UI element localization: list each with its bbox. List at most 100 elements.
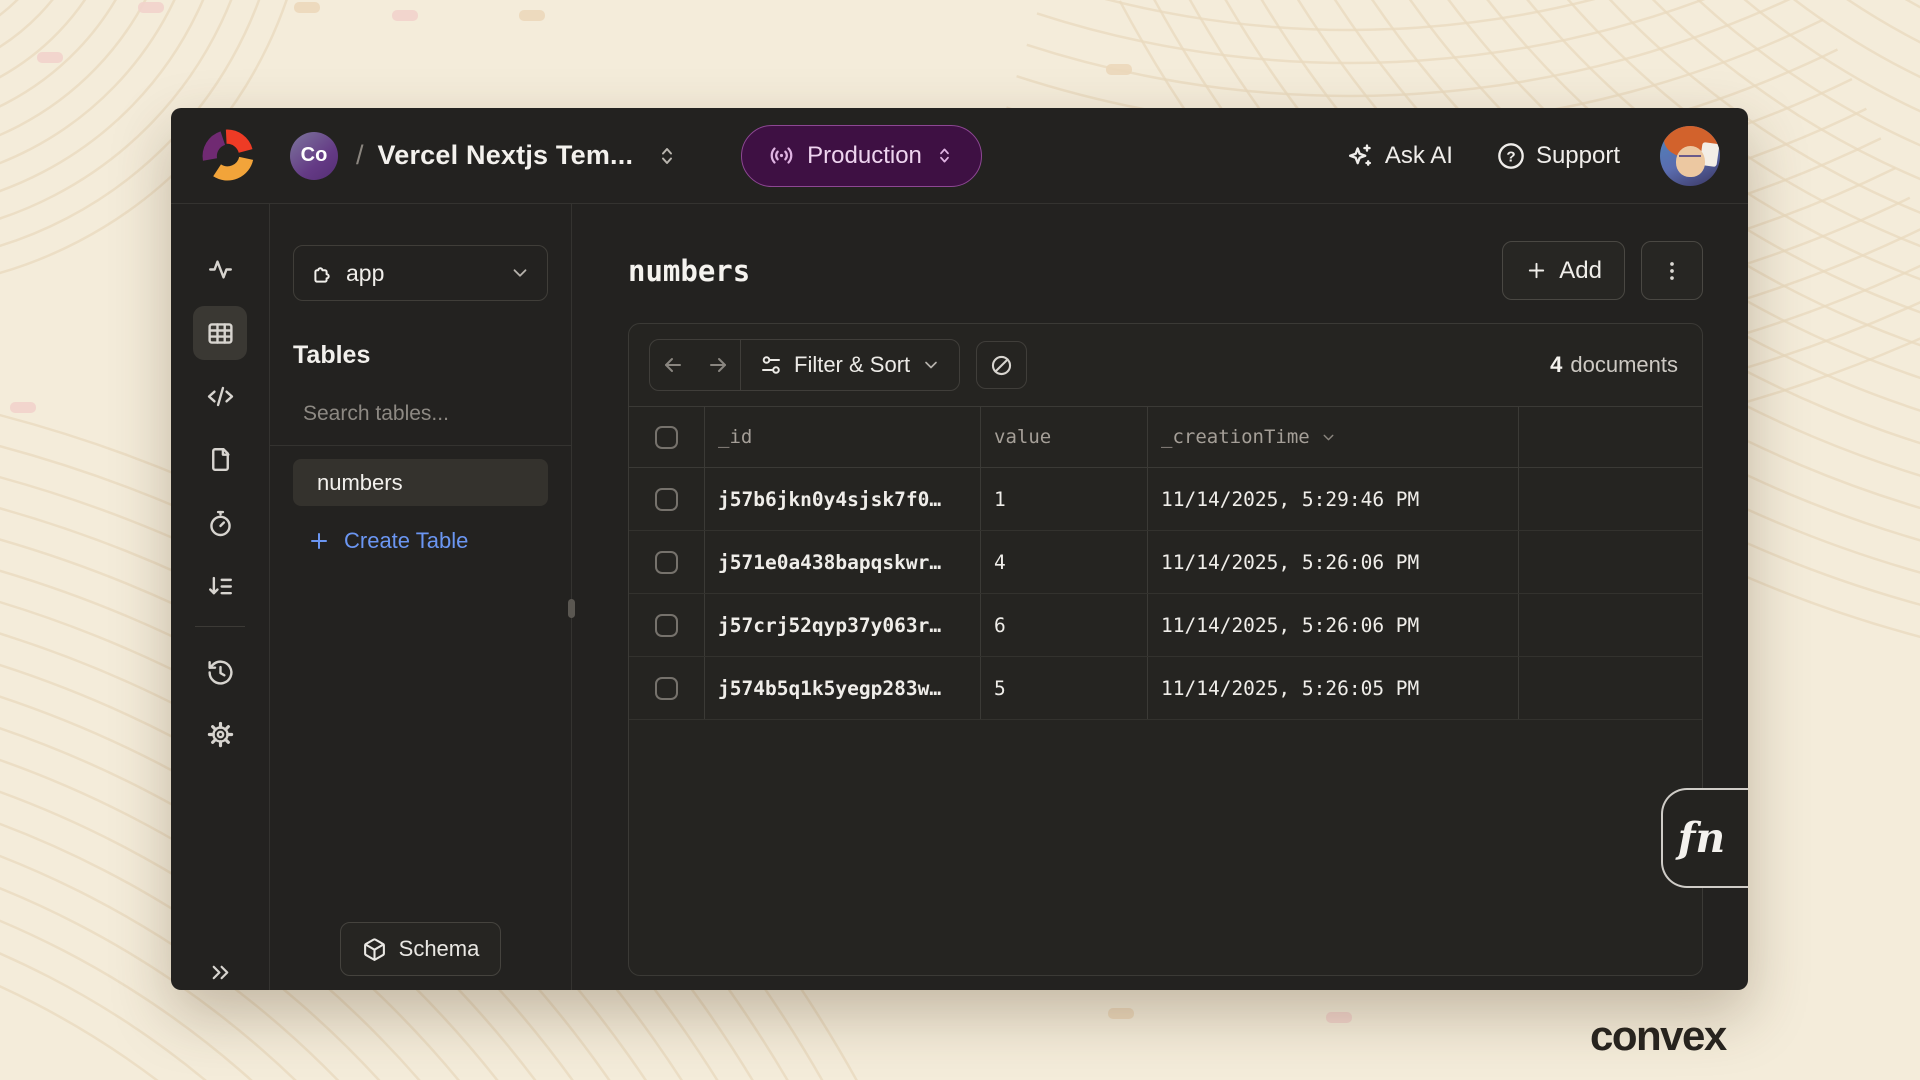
cell-creation-time[interactable]: 11/14/2025, 5:26:05 PM [1148,657,1519,719]
table-icon [206,319,235,348]
sort-chevron-icon [1320,429,1337,446]
select-all-checkbox[interactable] [655,426,678,449]
table-header-row: _id value _creationTime [629,406,1702,468]
svg-text:?: ? [1506,148,1515,165]
nav-functions[interactable] [193,369,247,423]
create-table-button[interactable]: Create Table [293,528,548,554]
file-icon [206,445,235,474]
nav-files[interactable] [193,432,247,486]
cell-value[interactable]: 1 [981,468,1148,530]
ask-ai-button[interactable]: Ask AI [1346,142,1453,170]
cell-creation-time[interactable]: 11/14/2025, 5:26:06 PM [1148,594,1519,656]
sort-list-icon [206,572,235,601]
tables-panel: app Tables numbers Create Table Schema [270,204,572,990]
eye-off-icon [989,353,1014,378]
cell-id[interactable]: j571e0a438bapqskwr… [705,531,981,593]
search-tables-input[interactable] [303,402,574,426]
row-checkbox[interactable] [655,614,678,637]
table-row[interactable]: j57crj52qyp37y063r… 6 11/14/2025, 5:26:0… [629,594,1702,657]
chevrons-right-icon [207,959,234,986]
create-table-label: Create Table [344,528,468,554]
back-button[interactable] [650,340,695,390]
row-checkbox-cell [629,594,705,656]
page-title: numbers [628,254,750,288]
component-selector[interactable]: app [293,245,548,301]
avatar-face [1676,146,1705,177]
cube-icon [362,937,387,962]
component-selector-label: app [346,260,384,287]
deployment-label: Production [807,142,922,170]
rail-divider [195,626,245,627]
nav-logs[interactable] [193,559,247,613]
sliders-icon [759,353,783,377]
tables-heading: Tables [293,341,548,370]
row-checkbox[interactable] [655,488,678,511]
nav-settings[interactable] [193,707,247,761]
cell-value[interactable]: 4 [981,531,1148,593]
activity-icon [206,255,235,284]
cell-id[interactable]: j574b5q1k5yegp283w… [705,657,981,719]
documents-count-label: documents [1570,352,1678,377]
data-view: numbers Add [572,204,1748,990]
cell-value[interactable]: 6 [981,594,1148,656]
row-checkbox-cell [629,468,705,530]
avatar-glasses [1679,155,1701,161]
nav-health[interactable] [193,242,247,296]
team-avatar[interactable]: Co [290,132,338,180]
table-row[interactable]: j57b6jkn0y4sjsk7f0… 1 11/14/2025, 5:29:4… [629,468,1702,531]
broadcast-icon [768,142,795,169]
forward-button[interactable] [695,340,740,390]
row-checkbox-cell [629,531,705,593]
history-icon [206,658,235,687]
nav-data[interactable] [193,306,247,360]
schema-button[interactable]: Schema [340,922,501,976]
function-runner-tab[interactable]: fn [1661,788,1748,888]
add-document-button[interactable]: Add [1502,241,1625,300]
chevrons-up-down-icon [655,144,679,168]
ask-ai-label: Ask AI [1385,142,1453,170]
column-header-creation-time[interactable]: _creationTime [1148,407,1519,467]
filter-sort-button[interactable]: Filter & Sort [741,352,959,378]
user-avatar[interactable] [1660,126,1720,186]
cell-empty [1519,657,1702,719]
arrow-right-icon [706,353,730,377]
cell-creation-time[interactable]: 11/14/2025, 5:29:46 PM [1148,468,1519,530]
column-header-id[interactable]: _id [705,407,981,467]
project-switcher-button[interactable] [655,144,679,168]
table-list-item-numbers[interactable]: numbers [293,459,548,506]
column-header-value[interactable]: value [981,407,1148,467]
panel-resize-handle[interactable] [568,599,575,618]
help-circle-icon: ? [1497,142,1525,170]
nav-history[interactable] [193,645,247,699]
column-header-empty [1519,407,1702,467]
cell-creation-time[interactable]: 11/14/2025, 5:26:06 PM [1148,531,1519,593]
panel-divider [270,445,571,446]
cell-value[interactable]: 5 [981,657,1148,719]
schema-button-label: Schema [399,936,480,962]
code-icon [206,382,235,411]
hide-fields-button[interactable] [976,341,1027,389]
table-menu-button[interactable] [1641,241,1703,300]
support-button[interactable]: ? Support [1497,142,1620,170]
row-checkbox[interactable] [655,677,678,700]
table-toolbar: Filter & Sort 4documents [629,324,1702,406]
arrow-left-icon [661,353,685,377]
convex-wordmark: convex [1590,1012,1726,1060]
chevrons-up-down-icon [934,145,955,166]
data-table-card: Filter & Sort 4documents [628,323,1703,976]
cell-id[interactable]: j57crj52qyp37y063r… [705,594,981,656]
expand-sidebar-button[interactable] [193,945,247,990]
documents-count: 4documents [1550,352,1682,378]
chevron-down-icon [509,262,531,284]
cell-id[interactable]: j57b6jkn0y4sjsk7f0… [705,468,981,530]
table-row[interactable]: j574b5q1k5yegp283w… 5 11/14/2025, 5:26:0… [629,657,1702,720]
history-filter-group: Filter & Sort [649,339,960,391]
nav-schedules[interactable] [193,496,247,550]
cell-empty [1519,531,1702,593]
deployment-selector[interactable]: Production [741,125,982,187]
table-row[interactable]: j571e0a438bapqskwr… 4 11/14/2025, 5:26:0… [629,531,1702,594]
breadcrumb-separator: / [356,140,364,171]
plus-icon [307,529,331,553]
plus-icon [1525,259,1548,282]
row-checkbox[interactable] [655,551,678,574]
